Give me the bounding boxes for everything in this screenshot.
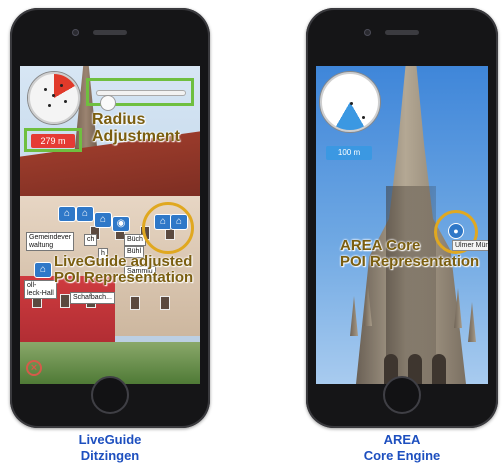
poi-label-ch[interactable]: ch xyxy=(84,234,98,246)
radius-annotation-line2: Adjustment xyxy=(92,127,180,145)
home-button[interactable] xyxy=(91,376,129,414)
close-icon[interactable]: × xyxy=(26,360,42,376)
caption-area: AREA Core Engine xyxy=(332,432,472,464)
caption-line1: LiveGuide xyxy=(78,432,142,447)
distance-badge[interactable]: 100 m xyxy=(326,146,372,160)
caption-line2: Ditzingen xyxy=(80,448,140,463)
window xyxy=(60,294,70,308)
radius-slider-thumb[interactable] xyxy=(101,96,115,110)
poi-annotation: LiveGuide adjusted POI Representation xyxy=(54,254,193,286)
cathedral-arch xyxy=(432,354,446,384)
distance-badge[interactable]: 279 m xyxy=(31,134,75,148)
poi-label-halle[interactable]: oll- leck-Hall xyxy=(24,280,57,300)
radar-poi-dot xyxy=(362,116,365,119)
building-icon[interactable]: ⌂ xyxy=(58,206,76,222)
radius-annotation-line1: Radius xyxy=(92,111,146,128)
ar-view-area[interactable]: 100 m ● Ulmer Münster AREA Core POI Repr… xyxy=(316,66,488,384)
radar-center-dot xyxy=(350,102,353,105)
poi-label-text: Gemeindever xyxy=(29,234,72,241)
home-button[interactable] xyxy=(383,376,421,414)
radar-poi-dot xyxy=(44,88,47,91)
radar-poi-dot xyxy=(48,104,51,107)
window xyxy=(130,296,140,310)
area-annotation-line2: POI Representation xyxy=(340,252,480,270)
front-camera xyxy=(364,29,371,36)
building-icon[interactable]: ⌂ xyxy=(34,262,52,278)
poi-highlight-ring xyxy=(142,202,194,254)
poi-label-gemeinde[interactable]: Gemeindever waltung xyxy=(26,232,75,252)
radius-slider[interactable] xyxy=(97,91,185,110)
poi-label-text: leck-Hall xyxy=(27,289,54,297)
phone-speaker xyxy=(93,30,127,35)
building-icon[interactable]: ⌂ xyxy=(94,212,112,228)
caption-line2: Core Engine xyxy=(363,448,441,463)
window xyxy=(160,296,170,310)
radar-poi-dot xyxy=(60,84,63,87)
radar-poi-dot xyxy=(52,94,55,97)
caption-liveguide: LiveGuide Ditzingen xyxy=(40,432,180,464)
phone-area-core: 100 m ● Ulmer Münster AREA Core POI Repr… xyxy=(306,8,498,428)
radar-poi-dot xyxy=(64,100,67,103)
distance-highlight: 279 m xyxy=(24,128,82,152)
poi-label-schafbach[interactable]: Schafbach... xyxy=(70,292,115,304)
poi-label-text: waltung xyxy=(29,241,54,249)
radar-icon[interactable] xyxy=(28,72,80,124)
camera-icon[interactable]: ◉ xyxy=(112,216,130,232)
building-icon[interactable]: ⌂ xyxy=(76,206,94,222)
phone-liveguide: Radius Adjustment 279 m ⌂ ⌂ ⌂ ◉ ⌂ ⌂ ⌂ Ge… xyxy=(10,8,210,428)
radius-slider-highlight xyxy=(86,78,194,110)
front-camera xyxy=(72,29,79,36)
phone-speaker xyxy=(385,30,419,35)
area-annotation: AREA Core POI Representation xyxy=(340,238,479,270)
radar-icon[interactable] xyxy=(320,72,380,132)
poi-annotation-line1: LiveGuide adjusted xyxy=(54,253,193,270)
poi-label-text: oll- xyxy=(27,282,37,289)
area-annotation-line1: AREA Core xyxy=(340,237,421,254)
poi-marker-icon[interactable]: ● xyxy=(448,223,464,239)
ar-view-liveguide[interactable]: Radius Adjustment 279 m ⌂ ⌂ ⌂ ◉ ⌂ ⌂ ⌂ Ge… xyxy=(20,66,200,384)
poi-annotation-line2: POI Representation xyxy=(54,268,194,286)
caption-line1: AREA xyxy=(383,432,421,447)
radius-annotation: Radius Adjustment xyxy=(92,111,180,146)
